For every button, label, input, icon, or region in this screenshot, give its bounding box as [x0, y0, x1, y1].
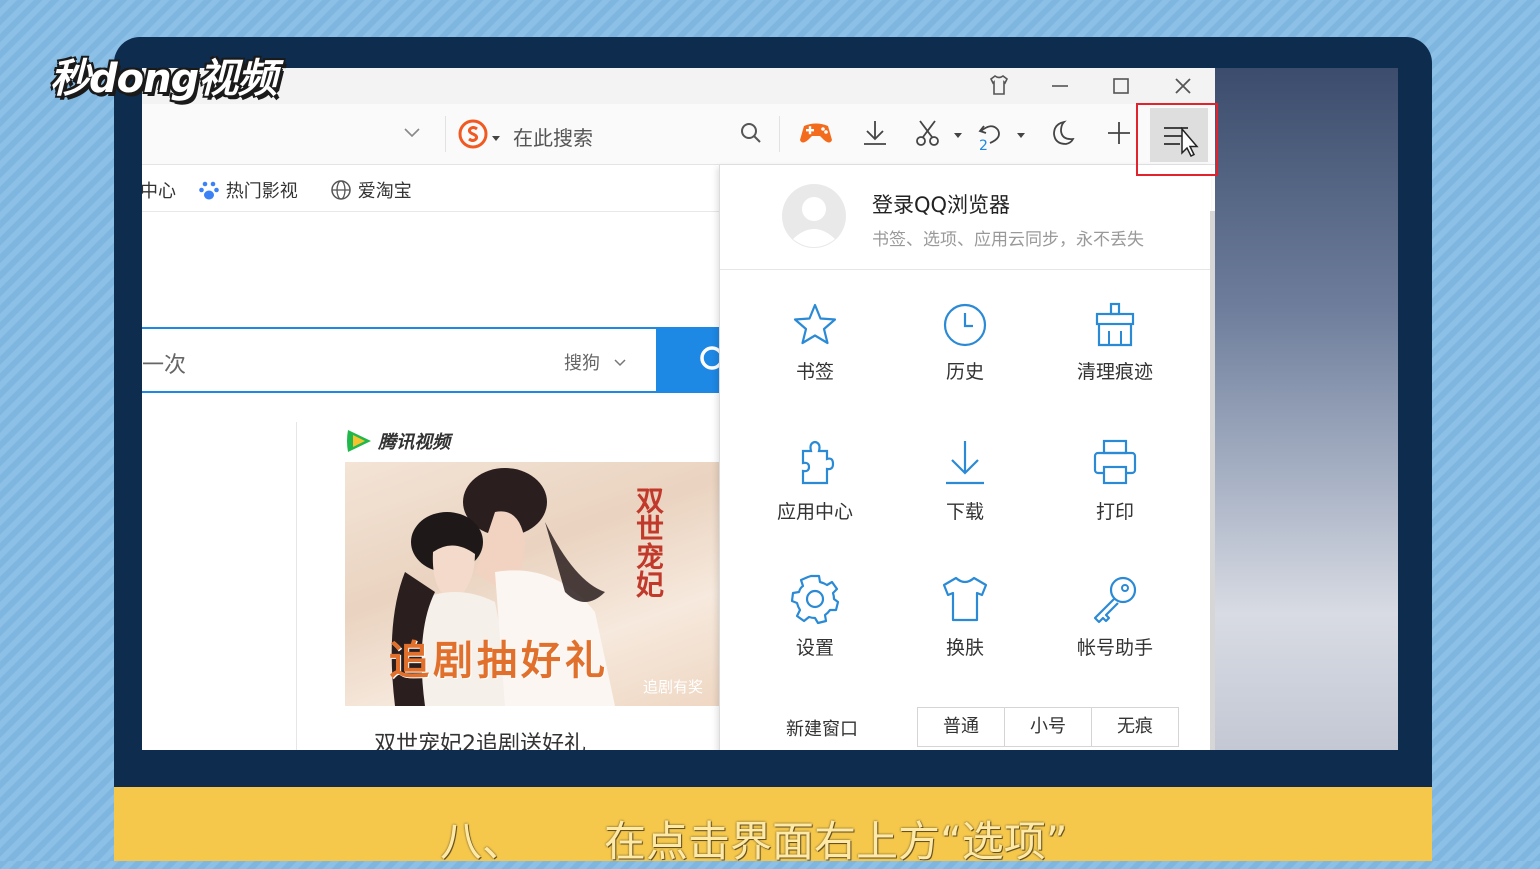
avatar[interactable] — [781, 183, 847, 249]
toolbar-divider — [779, 116, 780, 152]
maximize-icon[interactable] — [1096, 68, 1146, 104]
menu-item-label: 换肤 — [945, 637, 984, 659]
caption-instruction: 在点击界面右上方“选项” — [604, 817, 1068, 866]
new-window-small-button[interactable]: 小号 — [1004, 707, 1092, 747]
undo-icon[interactable]: 2 — [976, 118, 1010, 154]
gear-icon — [790, 574, 840, 625]
menu-item-label: 下载 — [945, 501, 984, 523]
search-icon[interactable] — [738, 120, 772, 154]
new-tab-plus-icon[interactable] — [1104, 118, 1138, 152]
article-title[interactable]: 双世宠妃2追剧送好礼 — [374, 726, 586, 750]
menu-item-label: 应用中心 — [776, 501, 853, 523]
address-dropdown-icon[interactable] — [400, 120, 434, 154]
chevron-down-icon[interactable] — [612, 355, 628, 371]
bookmarks-bar: 中心 热门影视 爱淘宝 — [142, 165, 719, 212]
menu-item-account-helper[interactable]: 帐号助手 — [1040, 573, 1190, 660]
menu-item-clear-traces[interactable]: 清理痕迹 — [1040, 301, 1190, 384]
menu-item-label: 帐号助手 — [1076, 637, 1153, 659]
menu-item-history[interactable]: 历史 — [890, 301, 1040, 384]
globe-icon — [331, 180, 351, 200]
poster-title: 追剧抽好礼 — [389, 638, 609, 684]
sogou-logo-icon[interactable] — [458, 119, 492, 153]
paw-icon — [199, 181, 219, 200]
puzzle-icon — [801, 440, 835, 485]
screenshot-caret-icon[interactable] — [954, 133, 962, 138]
caption-step: 八、 — [440, 817, 525, 866]
undo-caret-icon[interactable] — [1017, 133, 1025, 138]
undo-count: 2 — [979, 138, 988, 154]
desktop-wallpaper — [1215, 68, 1398, 750]
screenshot-scissors-icon[interactable] — [913, 118, 947, 152]
night-mode-moon-icon[interactable] — [1046, 118, 1080, 152]
tencent-video-play-icon — [347, 430, 371, 452]
menu-item-app-center[interactable]: 应用中心 — [740, 437, 890, 524]
bookmark-item-taobao[interactable]: 爱淘宝 — [330, 177, 412, 203]
page-search-box[interactable]: 一次 搜狗 — [142, 327, 658, 393]
search-input[interactable]: 在此搜索 — [513, 122, 593, 151]
minimize-icon[interactable] — [1035, 68, 1085, 104]
toolbar-divider — [445, 116, 446, 152]
bookmark-item[interactable]: 中心 — [142, 177, 176, 203]
page-search-button[interactable] — [658, 327, 724, 393]
menu-item-label: 设置 — [795, 637, 834, 659]
game-controller-icon[interactable] — [798, 118, 832, 152]
skin-shirt-icon[interactable] — [974, 68, 1024, 104]
menu-item-settings[interactable]: 设置 — [740, 573, 890, 660]
menu-item-skin[interactable]: 换肤 — [890, 573, 1040, 660]
main-menu-dropdown: 登录QQ浏览器 书签、选项、应用云同步，永不丢失 书签 历史 清理痕迹 应用中心… — [719, 165, 1211, 750]
highlight-box — [1136, 103, 1218, 176]
browser-toolbar: 在此搜索 2 — [142, 104, 1215, 165]
bookmark-label: 热门影视 — [225, 181, 298, 202]
drama-poster-image[interactable]: 追剧抽好礼 双世宠妃 追剧有奖 — [345, 462, 719, 706]
close-icon[interactable] — [1158, 68, 1208, 104]
new-window-incognito-button[interactable]: 无痕 — [1091, 707, 1179, 747]
page-search-input[interactable]: 一次 — [142, 347, 186, 379]
browser-screen: 在此搜索 2 中心 热门影视 爱淘宝 一次 搜狗 腾讯视频 追剧抽好礼 双世宠妃… — [142, 68, 1398, 750]
bookmark-item-movies[interactable]: 热门影视 — [198, 177, 298, 203]
poster-tag: 追剧有奖 — [643, 678, 704, 696]
menu-item-print[interactable]: 打印 — [1040, 437, 1190, 524]
printer-icon — [1093, 439, 1137, 485]
menu-item-download[interactable]: 下载 — [890, 437, 1040, 524]
broom-icon — [1095, 302, 1135, 347]
new-window-label: 新建窗口 — [786, 719, 858, 740]
login-section[interactable]: 登录QQ浏览器 书签、选项、应用云同步，永不丢失 — [720, 165, 1211, 270]
title-bar — [142, 68, 1215, 104]
menu-item-label: 书签 — [795, 361, 834, 383]
video-watermark-logo: 秒dong视频 — [50, 56, 277, 102]
tencent-video-brand[interactable]: 腾讯视频 — [345, 428, 450, 456]
login-title[interactable]: 登录QQ浏览器 — [872, 189, 1010, 219]
shirt-icon — [942, 576, 988, 622]
star-icon — [793, 303, 837, 345]
bookmark-label: 爱淘宝 — [357, 181, 412, 202]
clock-icon — [943, 303, 987, 347]
key-icon — [1093, 576, 1137, 624]
download-icon[interactable] — [860, 118, 894, 152]
menu-item-label: 清理痕迹 — [1076, 361, 1153, 383]
menu-item-bookmarks[interactable]: 书签 — [740, 301, 890, 384]
poster-vertical-title: 双世宠妃 — [632, 486, 665, 598]
login-subtitle: 书签、选项、应用云同步，永不丢失 — [872, 230, 1144, 250]
search-engine-caret-icon[interactable] — [492, 136, 500, 141]
page-search-engine[interactable]: 搜狗 — [564, 349, 600, 375]
menu-item-label: 历史 — [945, 361, 984, 383]
menu-scrollbar[interactable] — [1210, 211, 1215, 750]
menu-item-label: 打印 — [1095, 501, 1134, 523]
download-icon — [946, 441, 984, 485]
feed-divider — [296, 422, 297, 750]
new-window-normal-button[interactable]: 普通 — [917, 707, 1005, 747]
